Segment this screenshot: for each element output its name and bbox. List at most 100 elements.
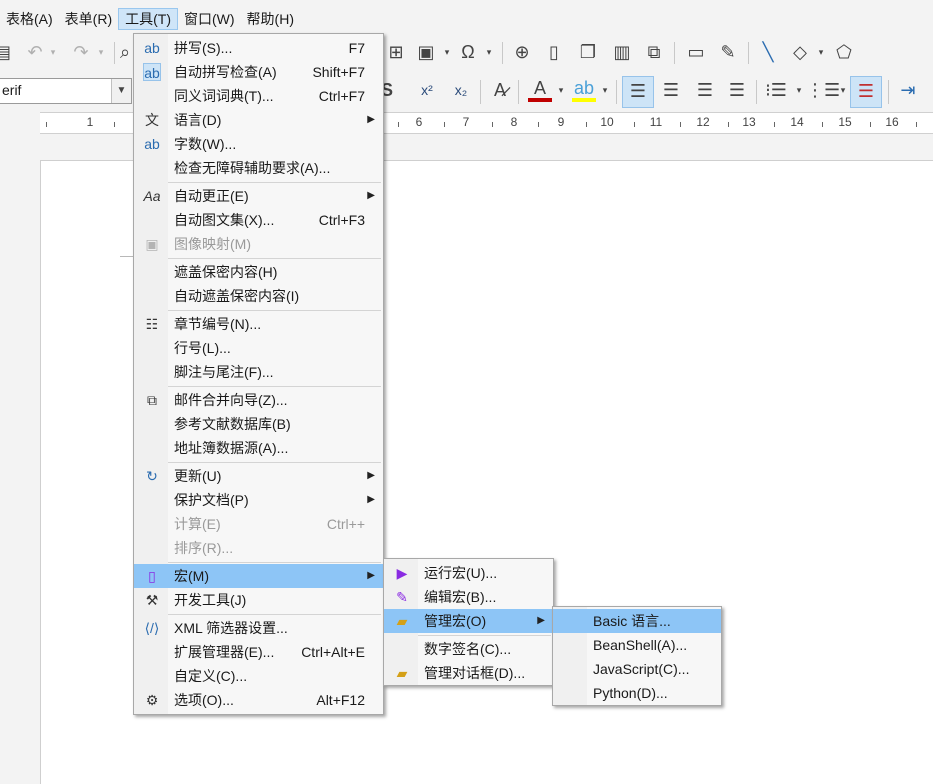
menu-item-python[interactable]: Python(D)... (553, 681, 721, 705)
menu-item-label: 数字签名(C)... (424, 641, 512, 657)
menu-item-javascript[interactable]: JavaScript(C)... (553, 657, 721, 681)
ordered-list-dropdown-icon[interactable]: ▾ (836, 76, 850, 104)
ordered-list-icon[interactable]: ⋮☰ (806, 76, 840, 104)
menu-item-label: 扩展管理器(E)... (174, 644, 275, 660)
menu-item-autocorrect[interactable]: Aa 自动更正(E) ▶ (134, 184, 383, 208)
image-map-icon: ▣ (145, 236, 159, 252)
field-icon[interactable]: ⧉ (642, 38, 666, 66)
ruler-number: 16 (885, 115, 899, 129)
align-center-icon[interactable]: ☰ (656, 76, 686, 104)
menu-item-extension-manager[interactable]: 扩展管理器(E)... Ctrl+Alt+E (134, 640, 383, 664)
menu-item-run-macro[interactable]: ▶ 运行宏(U)... (384, 561, 553, 585)
special-character-dropdown-icon[interactable]: ▾ (482, 38, 496, 66)
ruler-tick (822, 122, 823, 127)
menu-item-update[interactable]: ↻ 更新(U) ▶ (134, 464, 383, 488)
basic-shapes-dropdown-icon[interactable]: ▾ (814, 38, 828, 66)
menu-tools[interactable]: 工具(T) (118, 8, 178, 30)
redo-dropdown-icon[interactable]: ▾ (94, 38, 108, 66)
menu-item-beanshell[interactable]: BeanShell(A)... (553, 633, 721, 657)
menu-item-xml-filter-settings[interactable]: ⟨/⟩ XML 筛选器设置... (134, 616, 383, 640)
font-color-dropdown-icon[interactable]: ▾ (554, 76, 568, 104)
menu-item-macros[interactable]: ▯ 宏(M) ▶ (134, 564, 383, 588)
undo-icon[interactable]: ↶ (24, 38, 46, 66)
macro-icon: ▯ (148, 568, 156, 584)
menu-item-line-numbering[interactable]: 行号(L)... (134, 336, 383, 360)
chevron-down-icon[interactable]: ▼ (111, 79, 131, 103)
toolbar-separator (518, 80, 519, 104)
menu-window[interactable]: 窗口(W) (178, 8, 241, 30)
menu-help[interactable]: 帮助(H) (241, 8, 300, 30)
no-list-icon[interactable]: ☰ (850, 76, 882, 108)
menu-item-auto-spellcheck[interactable]: ab 自动拼写检查(A) Shift+F7 (134, 60, 383, 84)
menu-item-redact[interactable]: 遮盖保密内容(H) (134, 260, 383, 284)
paste-icon[interactable]: ▤ (0, 38, 11, 66)
menu-item-auto-redact[interactable]: 自动遮盖保密内容(I) (134, 284, 383, 308)
menu-item-bibliography-db[interactable]: 参考文献数据库(B) (134, 412, 383, 436)
menu-item-label: XML 筛选器设置... (174, 620, 288, 636)
align-left-icon[interactable]: ☰ (622, 76, 654, 108)
menu-item-shortcut: Ctrl++ (326, 516, 365, 532)
draw-functions-icon[interactable]: ⬠ (832, 38, 856, 66)
increase-indent-icon[interactable]: ⇥ (894, 76, 922, 104)
ruler-tick (916, 122, 917, 127)
menu-item-development-tools[interactable]: ⚒ 开发工具(J) (134, 588, 383, 612)
menu-table[interactable]: 表格(A) (0, 8, 59, 30)
menu-item-digital-signature[interactable]: 数字签名(C)... (384, 637, 553, 661)
undo-dropdown-icon[interactable]: ▾ (46, 38, 60, 66)
menu-item-mail-merge[interactable]: ⧉ 邮件合并向导(Z)... (134, 388, 383, 412)
highlight-dropdown-icon[interactable]: ▾ (598, 76, 612, 104)
insert-table-icon[interactable]: ⊞ (384, 38, 408, 66)
menu-item-language[interactable]: 文 语言(D) ▶ (134, 108, 383, 132)
menu-item-protect-document[interactable]: 保护文档(P) ▶ (134, 488, 383, 512)
menu-item-image-map[interactable]: ▣ 图像映射(M) (134, 232, 383, 256)
menu-item-edit-macros[interactable]: ✎ 编辑宏(B)... (384, 585, 553, 609)
redo-icon[interactable]: ↷ (70, 38, 92, 66)
menu-item-options[interactable]: ⚙ 选项(O)... Alt+F12 (134, 688, 383, 712)
comment-icon[interactable]: ▭ (684, 38, 708, 66)
menu-item-accessibility-check[interactable]: 检查无障碍辅助要求(A)... (134, 156, 383, 180)
menu-item-autotext[interactable]: 自动图文集(X)... Ctrl+F3 (134, 208, 383, 232)
insert-image-icon[interactable]: ▣ (414, 38, 438, 66)
basic-shapes-icon[interactable]: ◇ (788, 38, 812, 66)
menu-item-basic[interactable]: Basic 语言... (553, 609, 721, 633)
ruler-tick (870, 122, 871, 127)
menu-item-footnotes[interactable]: 脚注与尾注(F)... (134, 360, 383, 384)
menu-item-organize-macros[interactable]: ▰ 管理宏(O) ▶ (384, 609, 553, 633)
unordered-list-dropdown-icon[interactable]: ▾ (792, 76, 806, 104)
footnote-icon[interactable]: ▯ (542, 38, 566, 66)
menu-item-spelling[interactable]: ab 拼写(S)... F7 (134, 36, 383, 60)
menu-item-thesaurus[interactable]: 同义词词典(T)... Ctrl+F7 (134, 84, 383, 108)
menu-item-calculate[interactable]: 计算(E) Ctrl++ (134, 512, 383, 536)
menu-form[interactable]: 表单(R) (59, 8, 118, 30)
menu-item-sort[interactable]: 排序(R)... (134, 536, 383, 560)
ruler-tick (398, 122, 399, 127)
ruler-number: 11 (649, 115, 663, 129)
tools-menu: ab 拼写(S)... F7 ab 自动拼写检查(A) Shift+F7 同义词… (133, 33, 384, 715)
menu-item-address-book-source[interactable]: 地址簿数据源(A)... (134, 436, 383, 460)
justify-icon[interactable]: ☰ (722, 76, 752, 104)
menu-separator (168, 182, 381, 183)
page-break-icon[interactable]: ▥ (610, 38, 634, 66)
insert-image-dropdown-icon[interactable]: ▾ (440, 38, 454, 66)
menu-item-chapter-numbering[interactable]: ☷ 章节编号(N)... (134, 312, 383, 336)
line-icon[interactable]: ╲ (756, 38, 780, 66)
menu-item-organize-dialogs[interactable]: ▰ 管理对话框(D)... (384, 661, 553, 685)
unordered-list-icon[interactable]: ⁝☰ (762, 76, 790, 104)
align-right-icon[interactable]: ☰ (690, 76, 720, 104)
subscript-button[interactable]: x₂ (448, 76, 474, 104)
track-changes-icon[interactable]: ✎ (716, 38, 740, 66)
menu-item-label: 遮盖保密内容(H) (174, 264, 278, 280)
hyperlink-icon[interactable]: ⊕ (510, 38, 534, 66)
menu-item-label: Python(D)... (593, 685, 668, 701)
superscript-button[interactable]: x² (414, 76, 440, 104)
menu-item-customize[interactable]: 自定义(C)... (134, 664, 383, 688)
special-character-icon[interactable]: Ω (456, 38, 480, 66)
find-icon[interactable]: ⌕ (118, 38, 132, 66)
menu-item-word-count[interactable]: ab 字数(W)... (134, 132, 383, 156)
clear-formatting-icon[interactable]: A̷ (488, 76, 512, 104)
organize-dialogs-icon: ▰ (396, 665, 408, 681)
font-name-combobox[interactable]: erif ▼ (0, 78, 132, 104)
ruler-tick (492, 122, 493, 127)
ruler-tick (538, 122, 539, 127)
cross-reference-icon[interactable]: ❐ (576, 38, 600, 66)
